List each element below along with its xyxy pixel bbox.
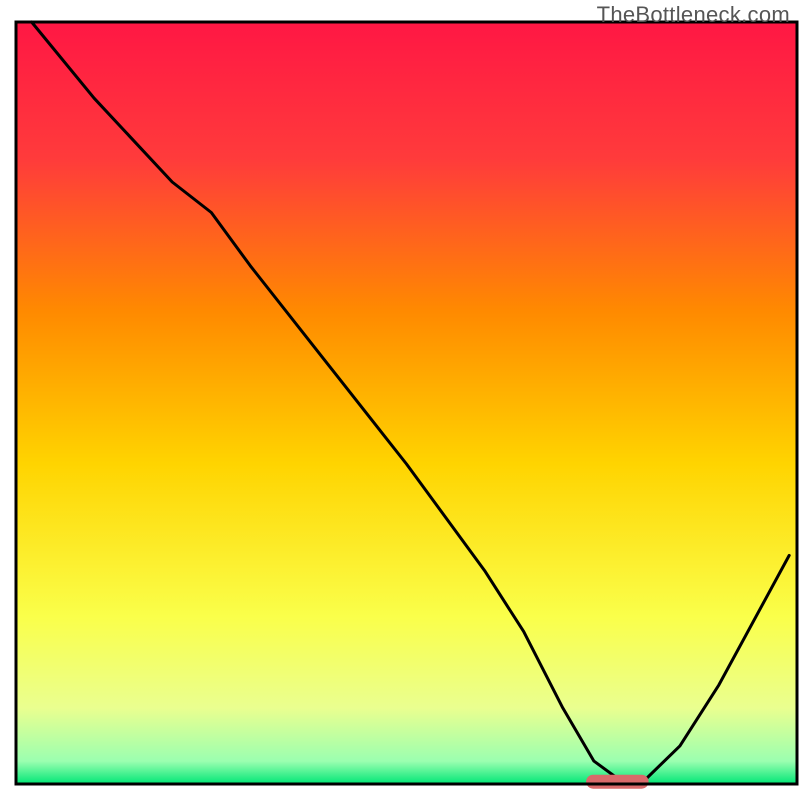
plot-background [16,22,797,784]
minimum-marker [586,775,648,789]
chart-svg [0,0,800,800]
bottleneck-chart: TheBottleneck.com [0,0,800,800]
watermark-label: TheBottleneck.com [597,2,790,28]
